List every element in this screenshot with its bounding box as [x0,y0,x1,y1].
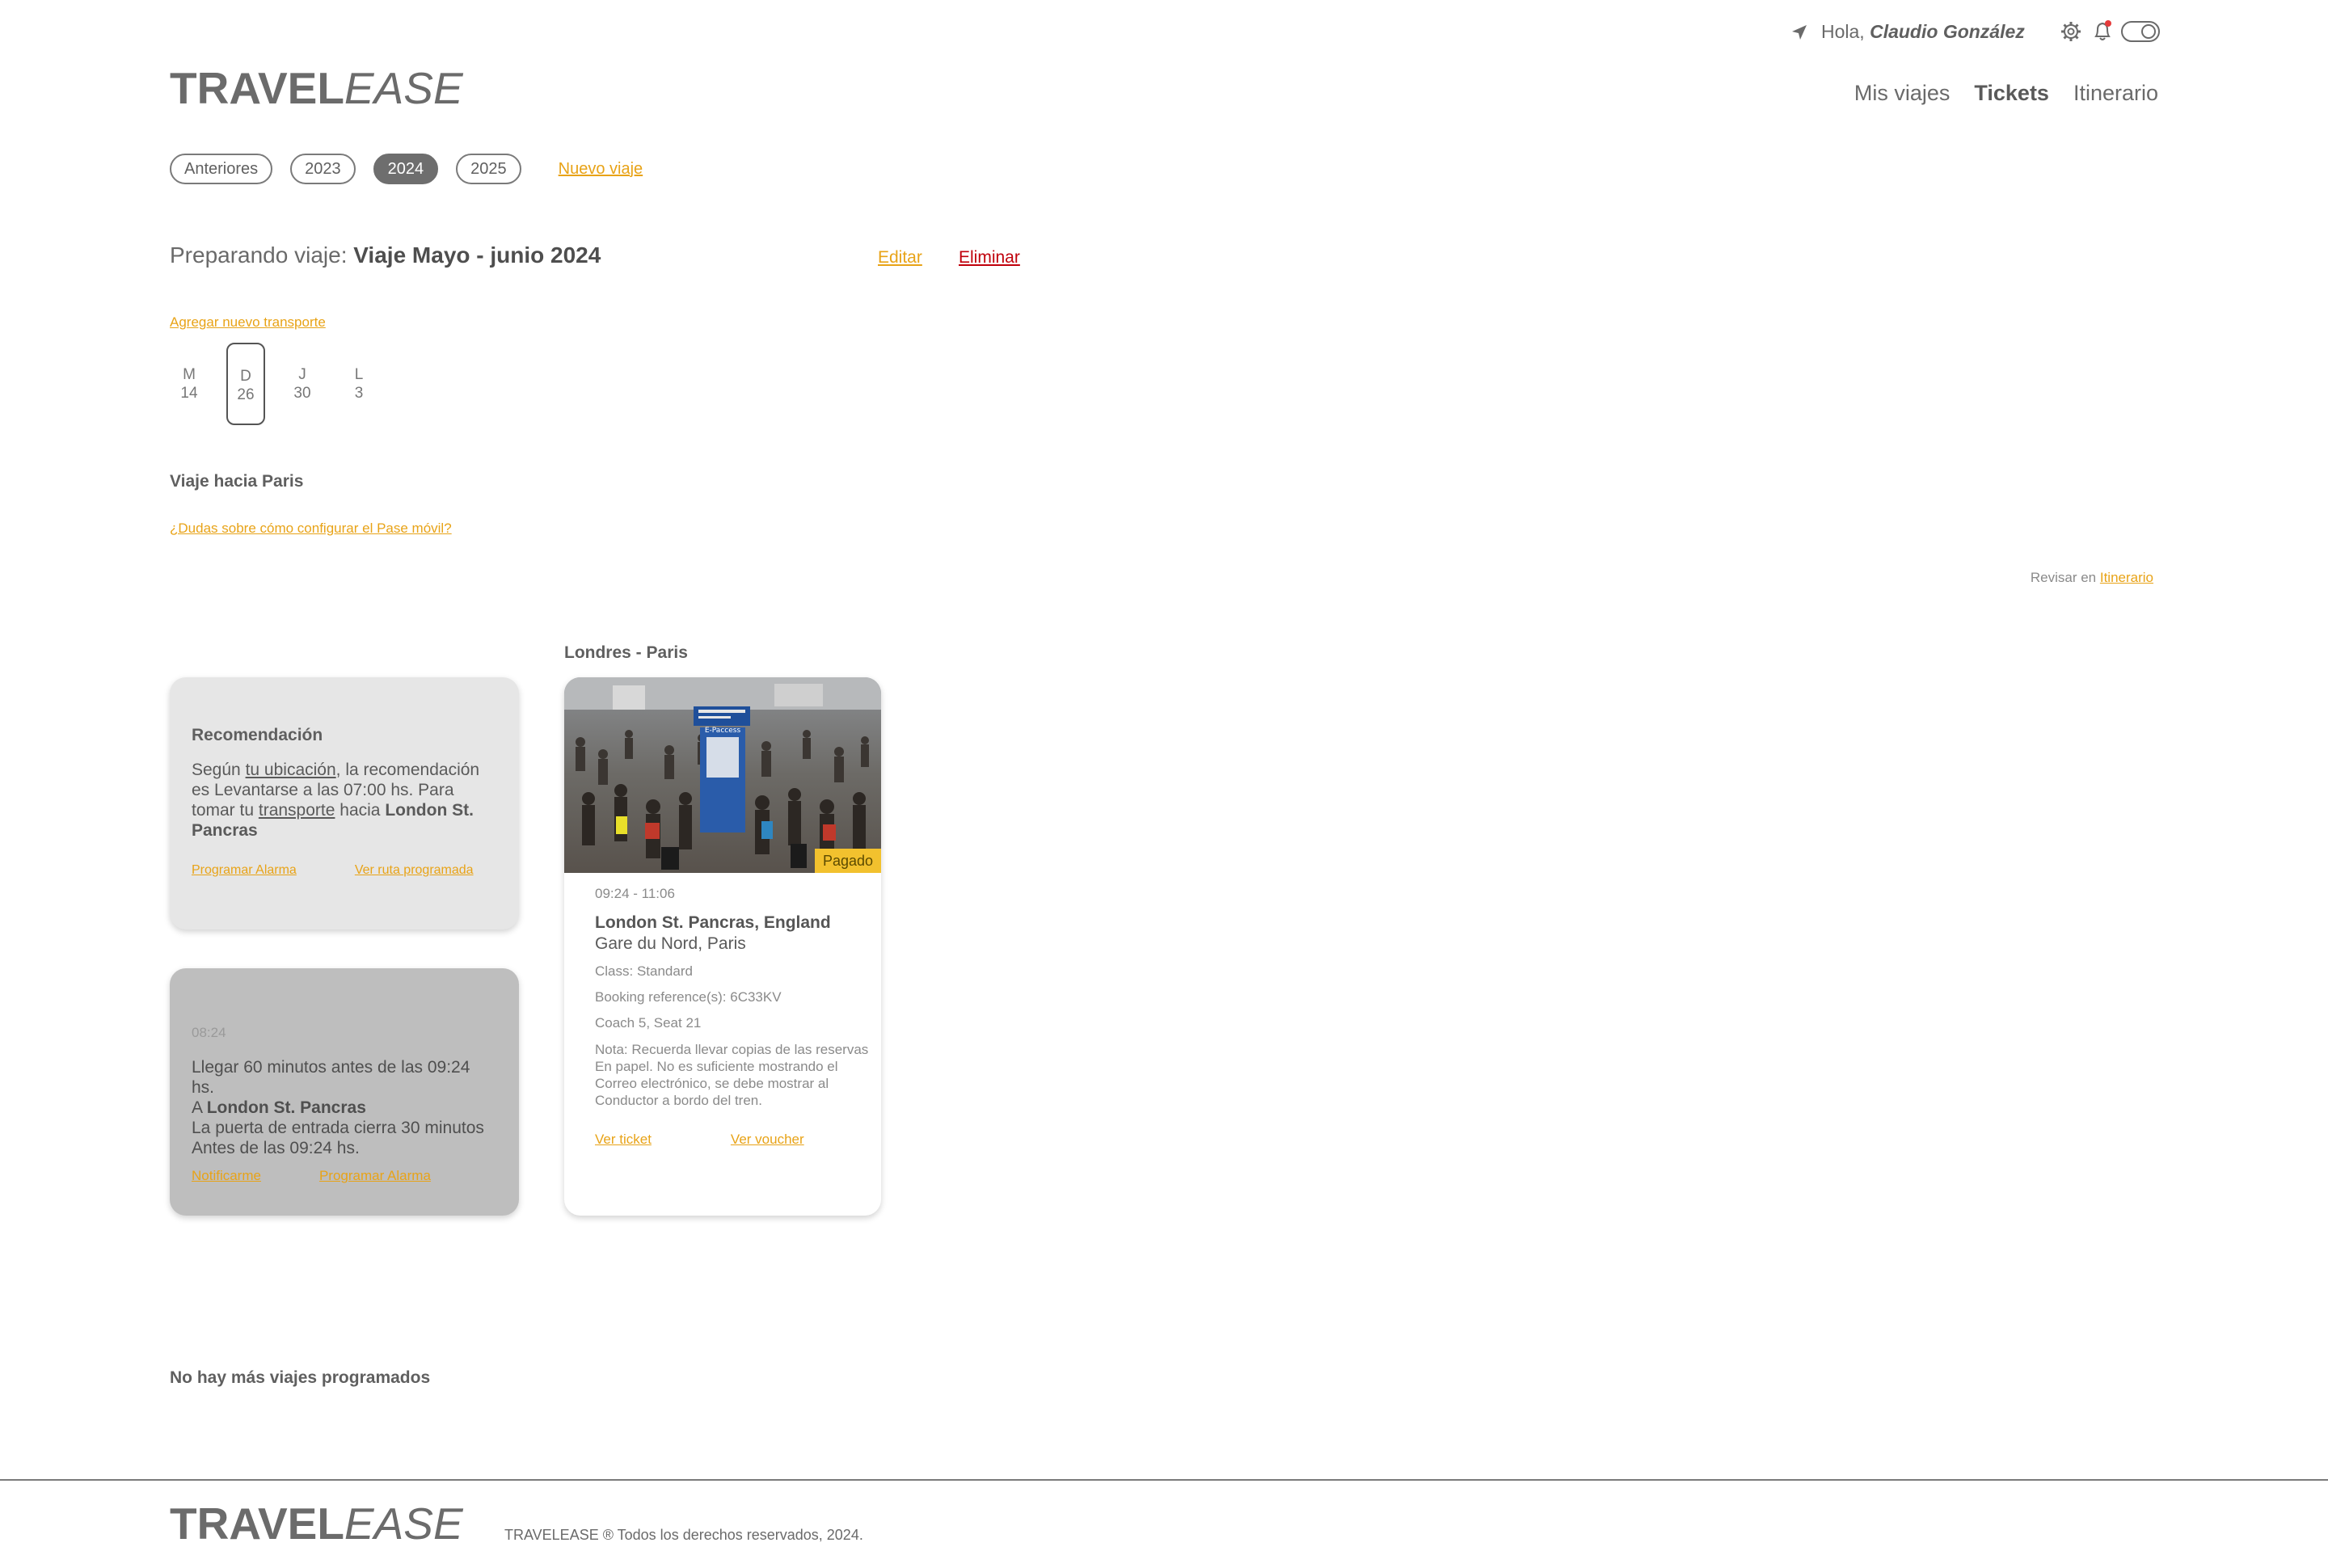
no-more-trips: No hay más viajes programados [170,1368,431,1387]
greeting: Hola, Claudio González [1821,21,2025,42]
set-alarm-link[interactable]: Programar Alarma [192,863,297,878]
station-sign: E-Paccess [705,727,741,735]
year-pill-2024[interactable]: 2024 [373,154,439,184]
nav-mis-viajes[interactable]: Mis viajes [1854,81,1951,106]
logo[interactable]: TRAVELEASE [170,66,463,111]
transport-link[interactable]: transporte [259,801,335,820]
recommendation-title: Recomendación [192,726,323,744]
ticket-time: 09:24 - 11:06 [595,886,675,901]
location-arrow-icon[interactable] [1790,23,1809,42]
paid-badge: Pagado [814,849,881,873]
bell-icon[interactable] [2092,19,2113,44]
year-pill-2025[interactable]: 2025 [456,154,521,184]
ticket-origin: London St. Pancras, England [595,913,831,932]
mobile-pass-help-link[interactable]: ¿Dudas sobre cómo configurar el Pase móv… [170,521,452,537]
nav-itinerario[interactable]: Itinerario [2073,81,2158,106]
ticket-note: Nota: Recuerda llevar copias de las rese… [595,1042,869,1108]
view-route-link[interactable]: Ver ruta programada [355,863,474,878]
day-j-30[interactable]: J 30 [283,343,322,425]
recommendation-text: Según tu ubicación, la recomendación es … [192,761,480,840]
arrival-text: Llegar 60 minutos antes de las 09:24 hs.… [192,1058,484,1157]
view-ticket-link[interactable]: Ver ticket [595,1132,652,1148]
day-l-3[interactable]: L3 [340,343,378,425]
arrival-time: 08:24 [192,1025,226,1040]
itinerary-link[interactable]: Itinerario [2100,570,2153,585]
trip-name: Viaje Mayo - junio 2024 [353,242,601,268]
day-d-26[interactable]: D 26 [226,343,265,425]
toggle-icon[interactable] [2121,21,2160,42]
year-pill-2023[interactable]: 2023 [290,154,356,184]
ticket-booking-ref: Booking reference(s): 6C33KV [595,989,782,1005]
day-selector: M 14 D 26 J 30 L3 [170,343,378,425]
station-photo: E-Paccess [564,677,881,873]
recommendation-card: Recomendación Según tu ubicación, la rec… [170,677,519,929]
ticket-destination: Gare du Nord, Paris [595,934,746,953]
notify-link[interactable]: Notificarme [192,1168,261,1184]
footer-divider [0,1479,2328,1481]
ticket-class: Class: Standard [595,963,693,979]
year-filter: Anteriores 2023 2024 2025 Nuevo viaje [170,154,643,184]
review-itinerary: Revisar en Itinerario [2030,570,2153,585]
view-voucher-link[interactable]: Ver voucher [731,1132,804,1148]
add-transport-link[interactable]: Agregar nuevo transporte [170,314,326,331]
footer-logo[interactable]: TRAVELEASE [170,1502,463,1546]
arrival-card: 08:24 Llegar 60 minutos antes de las 09:… [170,968,519,1216]
delete-trip-link[interactable]: Eliminar [959,248,1020,268]
section-title: Viaje hacia Paris [170,472,304,491]
location-link[interactable]: tu ubicación [246,761,336,779]
main-nav: Mis viajes Tickets Itinerario [1854,81,2158,106]
new-trip-link[interactable]: Nuevo viaje [559,160,643,179]
ticket-seat: Coach 5, Seat 21 [595,1015,702,1031]
gear-icon[interactable] [2060,20,2082,43]
set-alarm-link-2[interactable]: Programar Alarma [319,1168,431,1184]
nav-tickets[interactable]: Tickets [1974,81,2049,106]
day-m-14[interactable]: M 14 [170,343,209,425]
trip-title: Preparando viaje: Viaje Mayo - junio 202… [170,242,601,268]
ticket-details: 09:24 - 11:06 London St. Pancras, Englan… [595,886,881,1148]
user-name: Claudio González [1870,21,2025,42]
ticket-card: E-Paccess Pagado 09:24 - 11:06 London St… [564,677,881,1216]
edit-trip-link[interactable]: Editar [878,248,922,268]
user-bar: Hola, Claudio González [1785,18,2160,47]
year-pill-anteriores[interactable]: Anteriores [170,154,273,184]
route-title: Londres - Paris [564,643,688,662]
copyright: TRAVELEASE ® Todos los derechos reservad… [504,1527,863,1543]
